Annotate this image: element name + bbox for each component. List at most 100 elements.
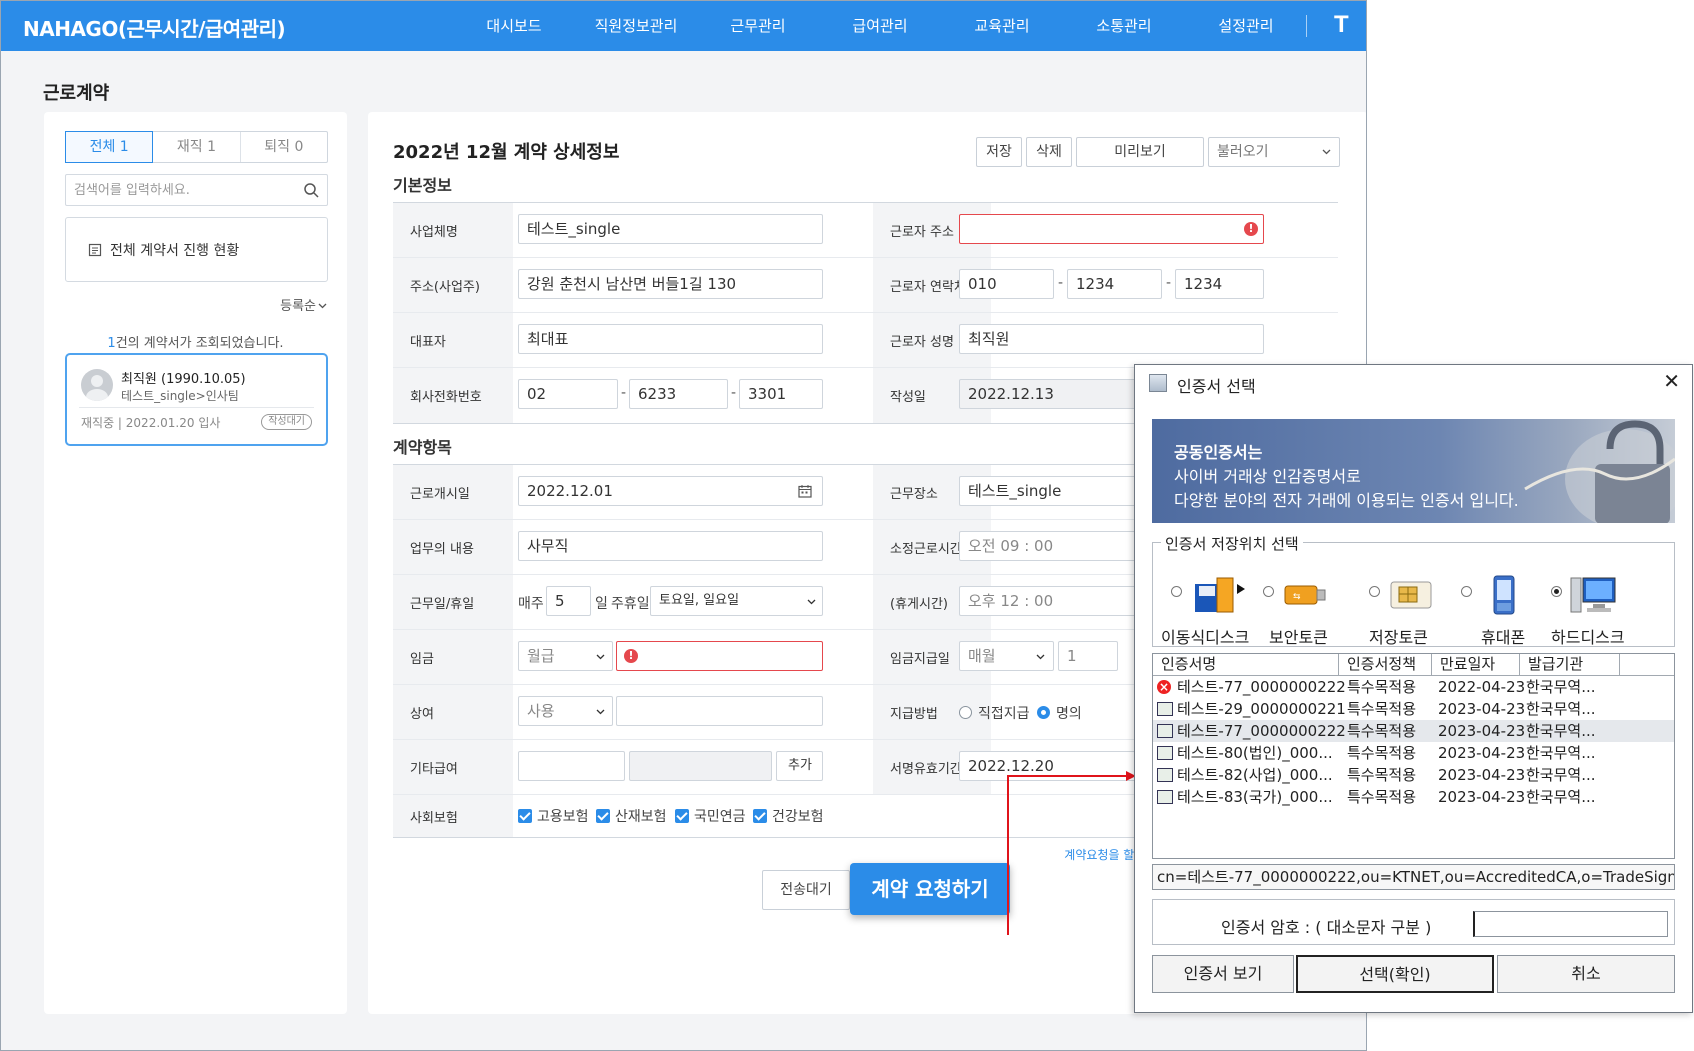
cert-expiry: 2023-04-23 [1438, 700, 1526, 718]
health-insurance-checkbox[interactable] [753, 809, 767, 823]
industrial-insurance-label: 산재보험 [615, 809, 667, 825]
worker-name-field[interactable]: 최직원 [959, 324, 1264, 354]
company-field[interactable]: 테스트_single [518, 214, 823, 244]
employment-insurance-checkbox[interactable] [518, 809, 532, 823]
preview-button[interactable]: 미리보기 [1076, 137, 1204, 167]
start-date-field[interactable]: 2022.12.01 [518, 476, 823, 506]
col-cert-name[interactable]: 인증서명 [1153, 654, 1339, 675]
list-item[interactable]: 테스트-82(사업)_000... 특수목적용 2023-04-23 한국무역.… [1153, 764, 1674, 786]
holiday-select[interactable]: 토요일, 일요일 [650, 586, 823, 616]
other-pay-amount-field[interactable] [629, 751, 772, 781]
nav-education[interactable]: 교육관리 [941, 1, 1063, 51]
load-select[interactable]: 불러오기 [1208, 137, 1340, 167]
company-phone-3[interactable]: 3301 [739, 379, 823, 409]
add-other-pay-button[interactable]: 추가 [776, 751, 823, 781]
sort-dropdown[interactable]: 등록순 [280, 295, 327, 314]
view-certificate-button[interactable]: 인증서 보기 [1152, 955, 1294, 993]
bonus-amount-field[interactable] [616, 696, 823, 726]
nav-employee[interactable]: 직원정보관리 [575, 1, 697, 51]
cert-issuer: 한국무역... [1526, 766, 1596, 784]
certificate-list-header: 인증서명 인증서정책 만료일자 발급기관 [1153, 654, 1674, 676]
chevron-down-icon [596, 654, 605, 660]
contract-status-button[interactable]: 전체 계약서 진행 현황 [65, 217, 328, 282]
search-input[interactable] [66, 175, 296, 205]
certificate-icon [1157, 724, 1173, 738]
padlock-icon [1524, 420, 1675, 523]
certificate-icon [1157, 768, 1173, 782]
nav-dashboard[interactable]: 대시보드 [453, 1, 575, 51]
cert-expiry: 2023-04-23 [1438, 766, 1526, 784]
certificate-list[interactable]: 인증서명 인증서정책 만료일자 발급기관 테스트-77_0000000222 특… [1152, 653, 1675, 859]
mobile-phone-radio[interactable] [1461, 586, 1472, 597]
account-payment-label: 명의 [1056, 706, 1082, 722]
request-contract-button[interactable]: 계약 요청하기 [850, 863, 1010, 915]
delete-button[interactable]: 삭제 [1026, 137, 1072, 167]
list-item[interactable]: 테스트-80(법인)_000... 특수목적용 2023-04-23 한국무역.… [1153, 742, 1674, 764]
payday-day-field[interactable]: 1 [1058, 641, 1118, 671]
col-cert-policy[interactable]: 인증서정책 [1339, 654, 1432, 675]
nav-settings[interactable]: 설정관리 [1185, 1, 1307, 51]
other-pay-name-field[interactable] [518, 751, 625, 781]
save-button[interactable]: 저장 [976, 137, 1022, 167]
search-icon[interactable] [303, 182, 319, 198]
removable-disk-radio[interactable] [1171, 586, 1182, 597]
send-pending-button[interactable]: 전송대기 [762, 870, 850, 910]
card-department: 테스트_single>인사팀 [121, 389, 239, 403]
wage-label: 임금 [393, 630, 513, 684]
list-item[interactable]: 테스트-77_0000000222 특수목적용 2023-04-23 한국무역.… [1153, 720, 1674, 742]
ceo-field[interactable]: 최대표 [518, 324, 823, 354]
cert-name: 테스트-29_0000000221 [1177, 700, 1346, 718]
workdays-count-field[interactable]: 5 [546, 586, 591, 616]
pension-checkbox[interactable] [675, 809, 689, 823]
calendar-icon[interactable] [798, 484, 812, 498]
tab-retired[interactable]: 퇴직 0 [241, 132, 327, 162]
confirm-button[interactable]: 선택(확인) [1296, 955, 1494, 993]
nav-work[interactable]: 근무관리 [697, 1, 819, 51]
wage-amount-field[interactable] [616, 641, 823, 671]
col-expiry[interactable]: 만료일자 [1432, 654, 1520, 675]
cert-policy: 특수목적용 [1347, 700, 1417, 718]
list-item[interactable]: 테스트-83(국가)_000... 특수목적용 2023-04-23 한국무역.… [1153, 786, 1674, 808]
worker-phone-2[interactable]: 1234 [1067, 269, 1162, 299]
brand-title[interactable]: NAHAGO(근무시간/급여관리) [23, 13, 286, 42]
nav-payroll[interactable]: 급여관리 [819, 1, 941, 51]
error-icon: ! [624, 649, 638, 663]
worker-phone-1[interactable]: 010 [959, 269, 1054, 299]
table-row: 사업체명 테스트_single 근로자 주소 ! [393, 203, 1338, 258]
list-item[interactable]: 테스트-29_0000000221 특수목적용 2023-04-23 한국무역.… [1153, 698, 1674, 720]
close-icon[interactable]: ✕ [1663, 369, 1680, 393]
password-input[interactable] [1473, 911, 1668, 937]
cert-expiry: 2023-04-23 [1438, 744, 1526, 762]
certificate-dn-field[interactable]: cn=테스트-77_0000000222,ou=KTNET,ou=Accredi… [1152, 864, 1675, 890]
worker-phone-3[interactable]: 1234 [1175, 269, 1264, 299]
security-token-radio[interactable] [1263, 586, 1274, 597]
worker-address-field[interactable] [959, 214, 1264, 244]
table-row: 주소(사업주) 강원 춘천시 남산면 버들1길 130 근로자 연락처 010 … [393, 258, 1338, 313]
result-text: 건의 계약서가 조회되었습니다. [115, 336, 284, 351]
company-phone-2[interactable]: 6233 [629, 379, 728, 409]
direct-payment-radio[interactable] [959, 706, 972, 719]
nav-communication[interactable]: 소통관리 [1063, 1, 1185, 51]
account-payment-radio[interactable] [1037, 706, 1050, 719]
load-select-label: 불러오기 [1217, 144, 1269, 160]
mobile-phone-label: 휴대폰 [1481, 628, 1526, 647]
contract-card[interactable]: 최직원 (1990.10.05) 테스트_single>인사팀 재직중 | 20… [65, 353, 328, 446]
storage-token-radio[interactable] [1369, 586, 1380, 597]
storage-token-icon [1390, 581, 1432, 609]
tab-employed[interactable]: 재직 1 [153, 132, 241, 162]
industrial-insurance-checkbox[interactable] [596, 809, 610, 823]
dialog-title: 인증서 선택 [1177, 377, 1256, 396]
hard-disk-radio[interactable] [1551, 586, 1562, 597]
result-count: 1건의 계약서가 조회되었습니다. [44, 332, 347, 351]
company-phone-1[interactable]: 02 [518, 379, 618, 409]
cert-expiry: 2023-04-23 [1438, 722, 1526, 740]
card-divider [79, 407, 314, 408]
partner-logo[interactable]: T [1334, 11, 1349, 39]
certificate-icon [1157, 702, 1173, 716]
task-field[interactable]: 사무직 [518, 531, 823, 561]
tab-all[interactable]: 전체 1 [65, 131, 154, 163]
list-item[interactable]: 테스트-77_0000000222 특수목적용 2022-04-23 한국무역.… [1153, 676, 1674, 698]
address-field[interactable]: 강원 춘천시 남산면 버들1길 130 [518, 269, 823, 299]
col-issuer[interactable]: 발급기관 [1520, 654, 1620, 675]
cancel-button[interactable]: 취소 [1497, 955, 1675, 993]
